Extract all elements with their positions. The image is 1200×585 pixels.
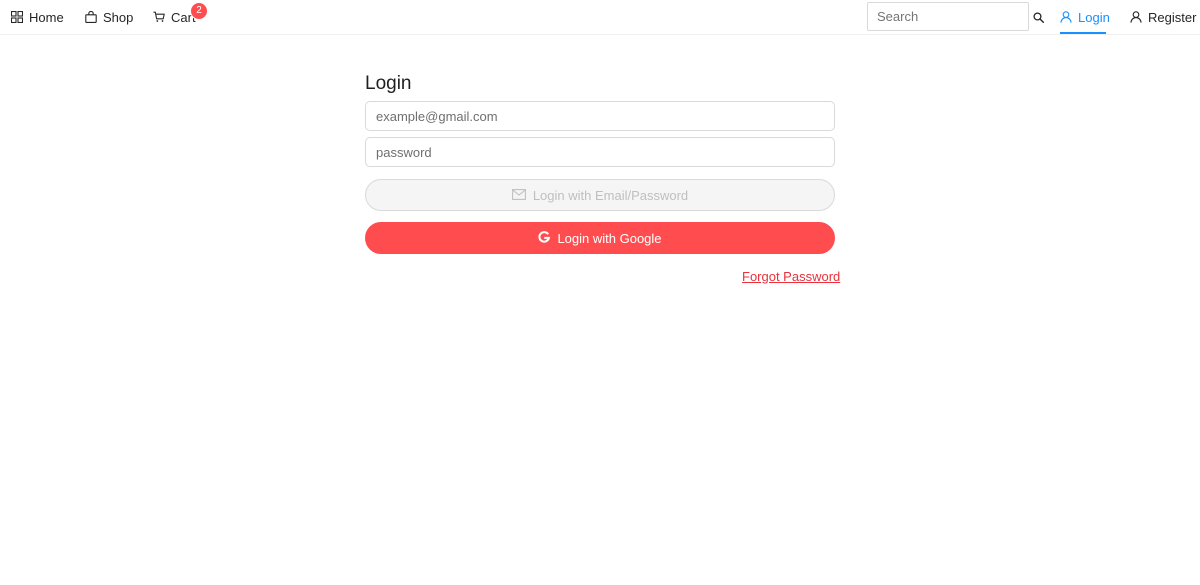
nav-item-cart[interactable]: Cart 2 <box>153 0 207 34</box>
email-field[interactable] <box>365 101 835 131</box>
nav-item-home[interactable]: Home <box>11 0 64 34</box>
shopping-cart-icon <box>153 11 165 23</box>
appstore-icon <box>11 11 23 23</box>
password-input[interactable] <box>366 138 834 166</box>
active-tab-indicator <box>1060 32 1106 34</box>
login-email-button-label: Login with Email/Password <box>532 187 689 203</box>
search-field[interactable] <box>867 2 1029 31</box>
nav-login-label: Login <box>1078 9 1110 25</box>
login-google-button[interactable]: Login with Google <box>365 222 835 254</box>
search-input[interactable] <box>868 3 1028 30</box>
nav-item-register[interactable]: Register <box>1130 0 1196 34</box>
search-icon[interactable] <box>1030 9 1046 25</box>
nav-item-login[interactable]: Login <box>1060 0 1110 34</box>
user-icon <box>1060 11 1072 23</box>
nav-home-label: Home <box>29 9 64 25</box>
nav-item-shop[interactable]: Shop <box>85 0 133 34</box>
password-field[interactable] <box>365 137 835 167</box>
google-icon <box>538 230 551 246</box>
login-email-button[interactable]: Login with Email/Password <box>365 179 835 211</box>
nav-shop-label: Shop <box>103 9 134 25</box>
top-navbar: Home Shop Cart 2 Search Login Register <box>0 0 1200 35</box>
user-add-icon <box>1130 11 1142 23</box>
page-title: Login <box>365 73 412 94</box>
shopping-bag-icon <box>85 11 97 23</box>
login-google-button-label: Login with Google <box>557 230 662 246</box>
nav-register-label: Register <box>1148 9 1197 25</box>
cart-count-badge: 2 <box>191 3 207 19</box>
forgot-password-link[interactable]: Forgot Password <box>742 269 840 284</box>
mail-icon <box>511 188 526 203</box>
email-input[interactable] <box>366 102 834 130</box>
